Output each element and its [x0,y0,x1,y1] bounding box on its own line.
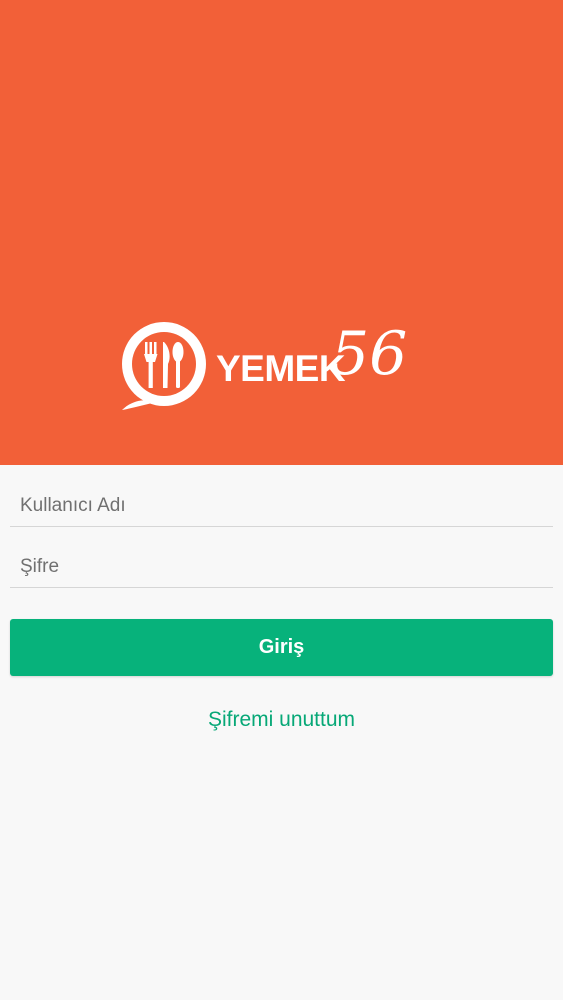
password-input[interactable] [10,547,553,587]
brand-name: YEMEK [216,348,346,389]
password-field [10,547,553,588]
app-logo: YEMEK 56 [118,318,448,418]
forgot-password-link[interactable]: Şifremi unuttum [0,708,563,732]
brand-script-number: 56 [331,319,408,389]
username-input[interactable] [10,486,553,526]
username-field [10,486,553,527]
login-button[interactable]: Giriş [10,619,553,676]
header-banner: YEMEK 56 [0,0,563,465]
plate-fork-knife-spoon-icon [122,322,206,410]
